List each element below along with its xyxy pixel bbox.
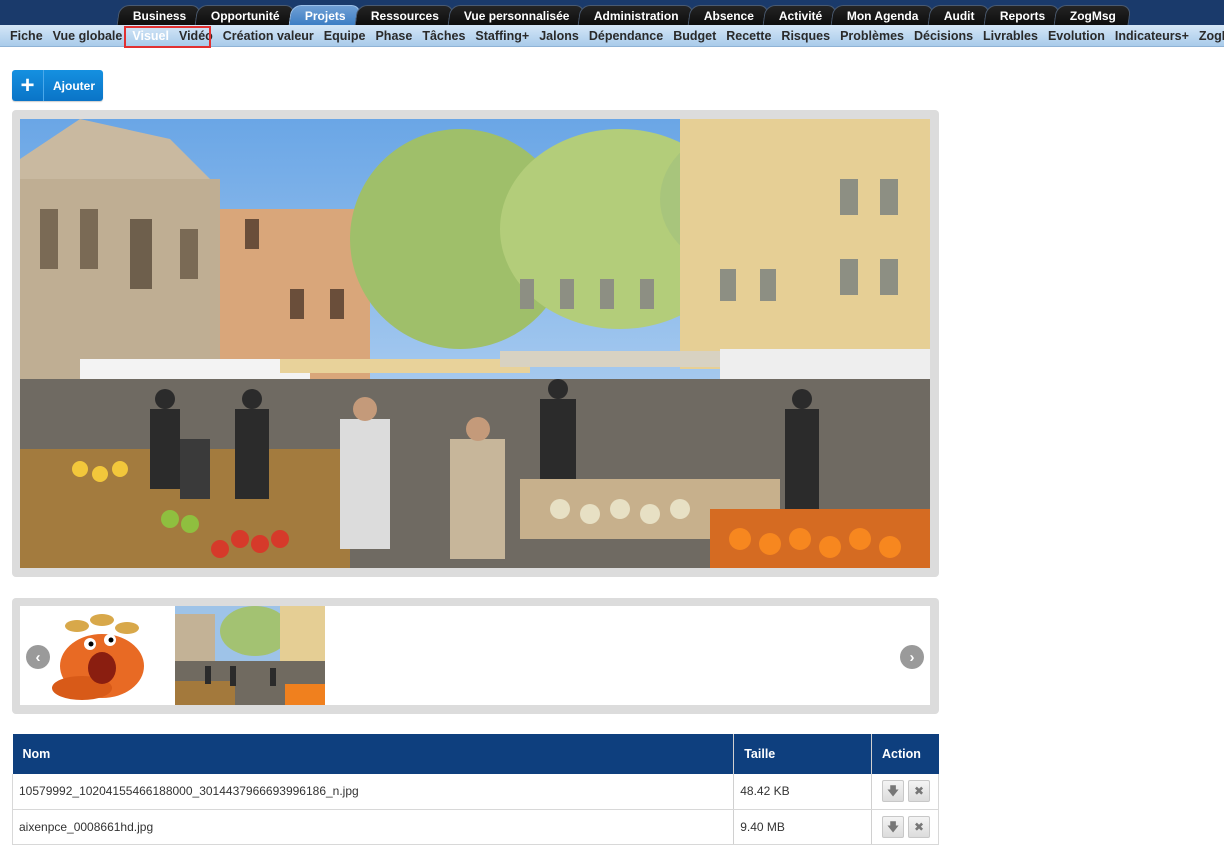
sub-nav-item-jalons[interactable]: Jalons bbox=[539, 29, 579, 43]
sub-nav-item-cr-ation-valeur[interactable]: Création valeur bbox=[223, 29, 314, 43]
table-header-row: Nom Taille Action bbox=[12, 734, 939, 774]
top-tabs: Business Opportunité Projets Ressources Vue … bbox=[116, 5, 1132, 25]
sub-nav-item-vue-globale[interactable]: Vue globale bbox=[53, 29, 123, 43]
top-tab-label: Activité bbox=[778, 8, 823, 23]
top-tab-label: Mon Agenda bbox=[847, 8, 919, 23]
market-photo bbox=[20, 119, 930, 568]
top-tab-label: Administration bbox=[594, 8, 679, 23]
chevron-left-icon[interactable]: ‹ bbox=[26, 645, 50, 669]
top-tab-administration[interactable]: Administration bbox=[577, 5, 695, 25]
sub-nav-item-fiche[interactable]: Fiche bbox=[10, 29, 43, 43]
top-tab-label: Business bbox=[132, 8, 187, 23]
thumbnail-carousel: ‹ › bbox=[12, 598, 939, 714]
file-size-cell: 9.40 MB bbox=[733, 809, 872, 845]
add-button-label: Ajouter bbox=[53, 78, 95, 93]
column-header-name: Nom bbox=[12, 734, 734, 774]
top-tab-label: Opportunité bbox=[211, 8, 280, 23]
mascot-image bbox=[52, 614, 144, 700]
top-tab-absence[interactable]: Absence bbox=[687, 5, 770, 25]
sub-nav-item-visuel[interactable]: Visuel bbox=[132, 29, 169, 43]
table-row: aixenpce_0008661hd.jpg 9.40 MB 🡇 ✖ bbox=[11, 809, 939, 845]
top-tab-label: ZogMsg bbox=[1069, 8, 1116, 23]
sub-nav-items: Fiche Vue globale Visuel Vidéo Création vale… bbox=[10, 25, 1224, 47]
file-table: Nom Taille Action 10579992_1020415546618… bbox=[11, 734, 939, 845]
sub-nav-item-indicateurs-[interactable]: Indicateurs+ bbox=[1115, 29, 1189, 43]
top-tab-vue-personnalis-e[interactable]: Vue personnalisée bbox=[447, 5, 585, 25]
top-tab-projets[interactable]: Projets bbox=[288, 5, 362, 25]
column-header-size: Taille bbox=[733, 734, 872, 774]
download-icon[interactable]: 🡇 bbox=[882, 815, 905, 838]
image-viewer-panel bbox=[12, 110, 939, 577]
sub-nav-item-staffing-[interactable]: Staffing+ bbox=[475, 29, 529, 43]
app-root: Business Opportunité Projets Ressources Vue … bbox=[0, 0, 1224, 856]
plus-icon: + bbox=[12, 70, 44, 101]
file-name-cell: 10579992_10204155466188000_3014437966693… bbox=[11, 774, 734, 810]
thumbnail-market[interactable] bbox=[175, 606, 325, 705]
thumbnail-mascot[interactable] bbox=[32, 606, 162, 705]
sub-nav-item-livrables[interactable]: Livrables bbox=[983, 29, 1038, 43]
top-navigation-bar: Business Opportunité Projets Ressources Vue … bbox=[0, 0, 1224, 25]
top-tab-opportunit-[interactable]: Opportunité bbox=[194, 5, 296, 25]
top-tab-audit[interactable]: Audit bbox=[927, 5, 991, 25]
sub-nav-item-recette[interactable]: Recette bbox=[726, 29, 771, 43]
file-name-cell: aixenpce_0008661hd.jpg bbox=[11, 809, 734, 845]
sub-nav-item-t-ches[interactable]: Tâches bbox=[422, 29, 465, 43]
table-row: 10579992_10204155466188000_3014437966693… bbox=[11, 774, 939, 810]
top-tab-activit-[interactable]: Activité bbox=[762, 5, 838, 25]
chevron-right-icon[interactable]: › bbox=[900, 645, 924, 669]
top-tab-label: Projets bbox=[304, 8, 346, 23]
top-tab-zogmsg[interactable]: ZogMsg bbox=[1053, 5, 1132, 25]
sub-nav-item-d-pendance[interactable]: Dépendance bbox=[589, 29, 663, 43]
top-tab-label: Reports bbox=[999, 8, 1045, 23]
delete-icon[interactable]: ✖ bbox=[908, 815, 931, 838]
sub-nav-item-d-cisions[interactable]: Décisions bbox=[914, 29, 973, 43]
sub-nav-item-equipe[interactable]: Equipe bbox=[324, 29, 366, 43]
delete-icon[interactable]: ✖ bbox=[908, 780, 931, 803]
action-cell: 🡇 ✖ bbox=[871, 809, 939, 845]
action-cell: 🡇 ✖ bbox=[871, 774, 939, 810]
top-tab-label: Ressources bbox=[370, 8, 439, 23]
top-tab-ressources[interactable]: Ressources bbox=[354, 5, 455, 25]
top-tab-business[interactable]: Business bbox=[116, 5, 202, 25]
sub-nav-item-vid-o[interactable]: Vidéo bbox=[179, 29, 213, 43]
top-tab-label: Vue personnalisée bbox=[463, 8, 570, 23]
carousel-track: ‹ › bbox=[20, 606, 930, 705]
top-tab-reports[interactable]: Reports bbox=[983, 5, 1061, 25]
market-thumbnail-image bbox=[175, 606, 325, 705]
top-tab-label: Absence bbox=[703, 8, 754, 23]
sub-nav-item-zogmsg[interactable]: ZogMsg bbox=[1199, 29, 1224, 43]
sub-nav-item-phase[interactable]: Phase bbox=[375, 29, 412, 43]
top-tab-label: Audit bbox=[943, 8, 975, 23]
download-icon[interactable]: 🡇 bbox=[882, 780, 905, 803]
sub-navigation-bar: Fiche Vue globale Visuel Vidéo Création vale… bbox=[0, 25, 1224, 47]
sub-nav-item-evolution[interactable]: Evolution bbox=[1048, 29, 1105, 43]
sub-nav-item-probl-mes[interactable]: Problèmes bbox=[840, 29, 904, 43]
top-tab-mon-agenda[interactable]: Mon Agenda bbox=[831, 5, 935, 25]
main-image-market-square bbox=[20, 119, 930, 568]
column-header-action: Action bbox=[871, 734, 939, 774]
add-button[interactable]: + Ajouter bbox=[12, 70, 103, 101]
sub-nav-item-risques[interactable]: Risques bbox=[781, 29, 830, 43]
file-size-cell: 48.42 KB bbox=[733, 774, 872, 810]
sub-nav-item-budget[interactable]: Budget bbox=[673, 29, 716, 43]
